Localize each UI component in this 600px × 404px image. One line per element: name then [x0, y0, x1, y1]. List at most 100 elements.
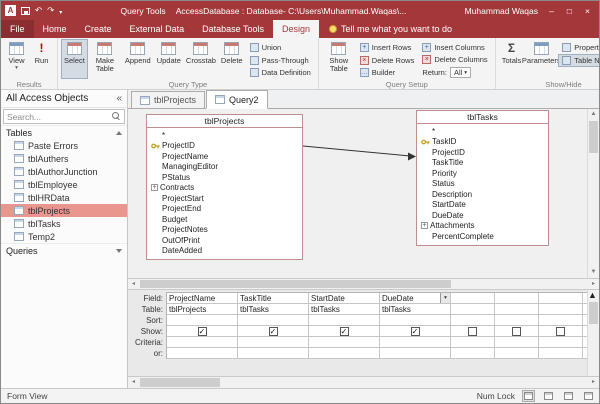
tab-database-tools[interactable]: Database Tools [193, 20, 273, 38]
doc-tab-query2[interactable]: Query2 [206, 90, 268, 109]
view-button[interactable]: View [4, 39, 29, 79]
show-checkbox[interactable] [468, 327, 477, 336]
table-cell[interactable]: tblTasks [238, 304, 309, 315]
field-row-budget[interactable]: Budget [147, 214, 302, 225]
builder-button[interactable]: Builder [356, 66, 419, 79]
field-row-taskid[interactable]: TaskID [417, 137, 548, 148]
show-table-button[interactable]: Show Table [322, 39, 356, 79]
delete-query-button[interactable]: Delete [218, 39, 246, 79]
field-row-percentcomplete[interactable]: PercentComplete [417, 231, 548, 242]
show-checkbox[interactable] [556, 327, 565, 336]
field-list-tbltasks[interactable]: tblTasks *TaskIDProjectIDTaskTitlePriori… [416, 110, 549, 246]
field-row-outofprint[interactable]: OutOfPrint [147, 235, 302, 246]
sort-cell[interactable] [167, 315, 238, 326]
criteria-cell[interactable] [380, 337, 451, 348]
nav-item-temp2[interactable]: Temp2 [1, 230, 127, 243]
field-row-attachments[interactable]: Attachments [417, 221, 548, 232]
table-cell[interactable] [495, 304, 539, 315]
field-row-projectnotes[interactable]: ProjectNotes [147, 225, 302, 236]
or-cell[interactable] [238, 348, 309, 359]
expand-icon[interactable] [151, 184, 158, 191]
data-definition-button[interactable]: Data Definition [246, 66, 315, 79]
tab-design[interactable]: Design [273, 20, 319, 38]
union-button[interactable]: Union [246, 41, 315, 54]
criteria-cell[interactable] [238, 337, 309, 348]
nav-item-tblauthers[interactable]: tblAuthers [1, 152, 127, 165]
scroll-down-icon[interactable] [588, 267, 599, 278]
field-row-projectend[interactable]: ProjectEnd [147, 204, 302, 215]
scroll-right-icon[interactable] [588, 377, 599, 388]
insert-columns-button[interactable]: Insert Columns [418, 41, 491, 54]
table-names-button[interactable]: Table Names [558, 54, 599, 67]
sort-cell[interactable] [238, 315, 309, 326]
append-button[interactable]: Append [122, 39, 154, 79]
or-cell[interactable] [380, 348, 451, 359]
field-cell[interactable]: StartDate [309, 293, 380, 304]
datasheet-view-button[interactable] [522, 390, 535, 402]
scroll-up-icon[interactable] [588, 109, 599, 120]
nav-item-tblemployee[interactable]: tblEmployee [1, 178, 127, 191]
show-checkbox[interactable] [411, 327, 420, 336]
criteria-cell[interactable] [309, 337, 380, 348]
criteria-cell[interactable] [539, 337, 583, 348]
field-row-star[interactable]: * [417, 126, 548, 137]
design-horizontal-scrollbar[interactable] [128, 279, 599, 290]
or-cell[interactable] [451, 348, 495, 359]
or-cell[interactable] [539, 348, 583, 359]
insert-rows-button[interactable]: Insert Rows [356, 41, 419, 54]
sort-cell[interactable] [451, 315, 495, 326]
access-app-icon[interactable]: A [5, 5, 16, 16]
field-row-projectname[interactable]: ProjectName [147, 151, 302, 162]
run-button[interactable]: Run [29, 39, 54, 79]
table-cell[interactable]: tblTasks [380, 304, 451, 315]
customize-quick-access-icon[interactable] [59, 6, 62, 16]
qbe-vertical-scrollbar[interactable] [587, 290, 599, 376]
scroll-thumb[interactable] [589, 121, 598, 153]
field-row-star[interactable]: * [147, 130, 302, 141]
field-cell[interactable] [451, 293, 495, 304]
field-row-dateadded[interactable]: DateAdded [147, 246, 302, 257]
or-cell[interactable] [167, 348, 238, 359]
field-list-tblprojects[interactable]: tblProjects *ProjectIDProjectNameManagin… [146, 114, 303, 260]
field-cell[interactable]: DueDate▾ [380, 293, 451, 304]
field-cell[interactable]: ProjectName [167, 293, 238, 304]
search-icon[interactable] [112, 112, 121, 121]
close-button[interactable] [582, 6, 593, 16]
query-design-surface[interactable]: tblProjects *ProjectIDProjectNameManagin… [128, 109, 599, 279]
property-sheet-button[interactable]: Property Sheet [558, 41, 599, 54]
scroll-thumb[interactable] [140, 280, 451, 288]
criteria-cell[interactable] [451, 337, 495, 348]
totals-button[interactable]: Totals [499, 39, 525, 79]
scroll-left-icon[interactable] [128, 279, 139, 290]
doc-tab-tblprojects[interactable]: tblProjects [131, 91, 205, 108]
nav-item-tblhrdata[interactable]: tblHRData [1, 191, 127, 204]
sort-cell[interactable] [380, 315, 451, 326]
field-cell[interactable] [539, 293, 583, 304]
nav-pane-header[interactable]: All Access Objects [1, 90, 127, 108]
sort-cell[interactable] [309, 315, 380, 326]
delete-columns-button[interactable]: Delete Columns [418, 54, 491, 67]
scroll-thumb[interactable] [589, 302, 598, 324]
crosstab-button[interactable]: Crosstab [184, 39, 218, 79]
table-cell[interactable] [539, 304, 583, 315]
tab-create[interactable]: Create [76, 20, 121, 38]
expand-icon[interactable] [421, 222, 428, 229]
field-cell[interactable]: TaskTitle [238, 293, 309, 304]
field-row-contracts[interactable]: Contracts [147, 183, 302, 194]
show-checkbox[interactable] [340, 327, 349, 336]
criteria-cell[interactable] [167, 337, 238, 348]
select-query-button[interactable]: Select [61, 39, 88, 79]
show-checkbox[interactable] [198, 327, 207, 336]
show-cell[interactable] [539, 326, 583, 337]
pass-through-button[interactable]: Pass-Through [246, 54, 315, 67]
scroll-thumb[interactable] [140, 378, 220, 387]
qbe-horizontal-scrollbar[interactable] [128, 376, 599, 388]
field-row-projectid[interactable]: ProjectID [147, 141, 302, 152]
collapse-pane-icon[interactable] [116, 93, 122, 104]
show-cell[interactable] [380, 326, 451, 337]
scroll-up-icon[interactable] [588, 290, 599, 300]
nav-item-paste-errors[interactable]: Paste Errors [1, 139, 127, 152]
show-cell[interactable] [451, 326, 495, 337]
or-cell[interactable] [309, 348, 380, 359]
parameters-button[interactable]: Parameters [524, 39, 558, 79]
